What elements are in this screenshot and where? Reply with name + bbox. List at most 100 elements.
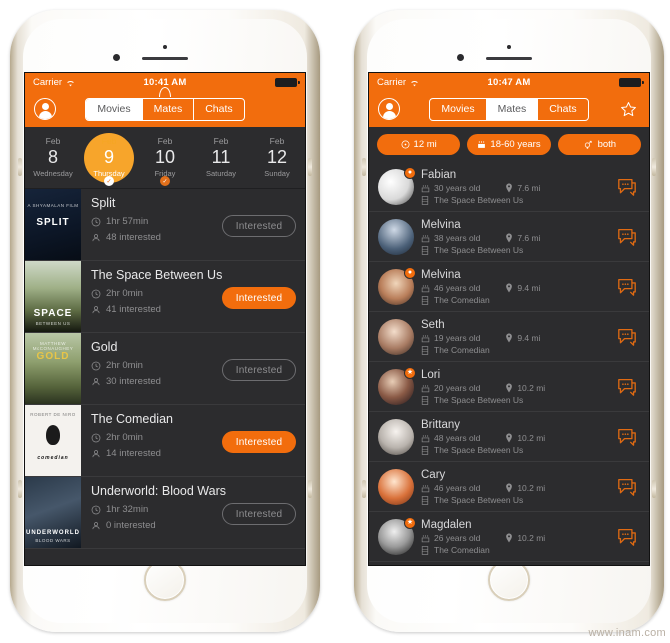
movie-duration: 1hr 57min <box>106 216 149 227</box>
avatar[interactable] <box>378 218 414 255</box>
cake-icon <box>421 334 430 342</box>
mate-row[interactable]: Brittany 48 years old 10.2 mi The Space … <box>369 412 649 462</box>
mate-distance: 10.2 mi <box>517 383 546 393</box>
avatar-circle <box>378 98 400 120</box>
poster-caption: BETWEEN US <box>35 321 71 326</box>
interested-button[interactable]: Interested <box>222 287 296 309</box>
movie-row[interactable]: SPACE BETWEEN US The Space Between Us 2h… <box>25 261 305 333</box>
cake-icon <box>421 434 430 442</box>
mate-name: Cary <box>421 469 446 481</box>
movie-poster: ROBERT DE NIRO comedian <box>25 405 81 476</box>
mate-age: 48 years old <box>434 433 481 443</box>
profile-avatar-icon[interactable] <box>378 98 400 120</box>
movie-title: The Space Between Us <box>91 268 223 282</box>
volume-up-button[interactable] <box>362 158 366 176</box>
tab-chats[interactable]: Chats <box>194 99 243 120</box>
movie-info: Underworld: Blood Wars 1hr 32min 0 inter… <box>81 477 305 548</box>
mate-row[interactable]: ● Fabian 30 years old 7.6 mi The Space B… <box>369 162 649 212</box>
avatar-image <box>378 418 414 455</box>
mate-row[interactable]: Cary 46 years old 10.2 mi The Space Betw… <box>369 462 649 512</box>
clock-icon <box>91 505 101 514</box>
filter-bar: 12 mi 18-60 years both <box>369 127 649 162</box>
avatar[interactable]: ★ <box>378 516 416 555</box>
chat-bubble-icon[interactable] <box>614 328 640 346</box>
filter-age[interactable]: 18-60 years <box>467 134 551 155</box>
mates-list[interactable]: ● Fabian 30 years old 7.6 mi The Space B… <box>369 162 649 565</box>
filter-distance[interactable]: 12 mi <box>377 134 461 155</box>
date-strip[interactable]: Feb 8 Wednesday Feb 9 Thursday ✓ Feb 10 … <box>25 127 305 189</box>
mate-info: Lori 20 years old 10.2 mi The Space Betw… <box>421 368 614 405</box>
filter-gender[interactable]: both <box>557 134 641 155</box>
star-outline-icon[interactable] <box>618 100 640 119</box>
avatar[interactable]: ● <box>378 266 416 305</box>
location-pin-icon <box>506 333 513 343</box>
volume-down-button[interactable] <box>362 480 366 498</box>
location-pin-icon <box>506 433 513 443</box>
avatar[interactable]: ★ <box>378 366 416 405</box>
mate-row[interactable]: Seth 19 years old 9.4 mi The Comedian <box>369 312 649 362</box>
mate-info: Seth 19 years old 9.4 mi The Comedian <box>421 318 614 355</box>
clock-icon <box>91 217 101 226</box>
movie-info: Split 1hr 57min 48 interested Interested <box>81 189 305 260</box>
tab-chats[interactable]: Chats <box>538 99 587 120</box>
cake-icon <box>421 484 430 492</box>
mate-age-distance: 19 years old 9.4 mi <box>421 333 614 343</box>
interested-button[interactable]: Interested <box>222 359 296 381</box>
mate-movie-label: The Space Between Us <box>434 395 524 405</box>
chat-bubble-icon[interactable] <box>614 228 640 246</box>
mate-age-distance: 30 years old 7.6 mi <box>421 183 614 193</box>
chat-bubble-icon[interactable] <box>614 178 640 196</box>
tab-movies[interactable]: Movies <box>86 98 143 120</box>
interested-button[interactable]: Interested <box>222 431 296 453</box>
mate-row[interactable]: Melvina 38 years old 7.6 mi The Space Be… <box>369 212 649 262</box>
mate-row[interactable]: ★ Magdalen 26 years old 10.2 mi The Come… <box>369 512 649 562</box>
avatar[interactable] <box>378 418 414 455</box>
tab-segmented-control[interactable]: Movies Mates Chats <box>429 97 589 121</box>
movie-row[interactable]: ROBERT DE NIRO comedian The Comedian 2hr… <box>25 405 305 477</box>
mate-distance: 7.6 mi <box>517 233 541 243</box>
movie-row[interactable]: A SHYAMALAN FILM SPLIT Split 1hr 57min 4… <box>25 189 305 261</box>
power-button[interactable] <box>652 158 656 176</box>
interested-button[interactable]: Interested <box>222 503 296 525</box>
front-camera-icon <box>507 45 511 49</box>
movie-row[interactable]: UNDERWORLD BLOOD WARS Underworld: Blood … <box>25 477 305 549</box>
date-cell-4[interactable]: Feb 12 Sunday <box>249 127 305 188</box>
tab-mates[interactable]: Mates <box>143 98 195 120</box>
chat-bubble-icon[interactable] <box>614 428 640 446</box>
avatar[interactable]: ● <box>378 166 416 205</box>
chat-bubble-icon[interactable] <box>614 378 640 396</box>
mate-age: 46 years old <box>434 283 481 293</box>
movie-duration: 1hr 32min <box>106 504 149 515</box>
date-cell-3[interactable]: Feb 11 Saturday <box>193 127 249 188</box>
mate-row[interactable]: ★ Lori 20 years old 10.2 mi The Space Be… <box>369 362 649 412</box>
tab-segmented-control[interactable]: Movies Mates Chats <box>85 87 245 121</box>
avatar-head <box>385 103 393 110</box>
chat-bubble-icon[interactable] <box>614 528 640 546</box>
volume-up-button[interactable] <box>18 158 22 176</box>
age-icon <box>478 141 486 148</box>
interested-button[interactable]: Interested <box>222 215 296 237</box>
profile-avatar-icon[interactable] <box>34 98 56 120</box>
poster-title: UNDERWORLD <box>26 530 80 536</box>
date-cell-0[interactable]: Feb 8 Wednesday <box>25 127 81 188</box>
film-icon <box>421 345 429 355</box>
location-pin-icon <box>506 283 513 293</box>
movie-list[interactable]: A SHYAMALAN FILM SPLIT Split 1hr 57min 4… <box>25 189 305 565</box>
chat-bubble-icon[interactable] <box>614 478 640 496</box>
date-cell-1-selected[interactable]: Feb 9 Thursday ✓ <box>81 127 137 188</box>
movie-row[interactable]: MATTHEW McCONAUGHEY GOLD Gold 2hr 0min 3… <box>25 333 305 405</box>
volume-down-button[interactable] <box>18 480 22 498</box>
date-cell-2[interactable]: Feb 10 Friday ✓ <box>137 127 193 188</box>
power-button[interactable] <box>308 158 312 176</box>
tab-mates[interactable]: Mates <box>486 98 539 120</box>
avatar-torso <box>382 111 396 119</box>
mate-row[interactable]: ● Melvina 46 years old 9.4 mi The Comedi… <box>369 262 649 312</box>
movie-title: Underworld: Blood Wars <box>91 484 227 498</box>
film-icon <box>421 245 429 255</box>
chat-bubble-icon[interactable] <box>614 278 640 296</box>
avatar[interactable] <box>378 468 414 505</box>
tab-movies[interactable]: Movies <box>430 98 487 120</box>
mate-age-distance: 38 years old 7.6 mi <box>421 233 614 243</box>
avatar[interactable] <box>378 318 414 355</box>
poster-title: SPACE <box>33 308 73 319</box>
